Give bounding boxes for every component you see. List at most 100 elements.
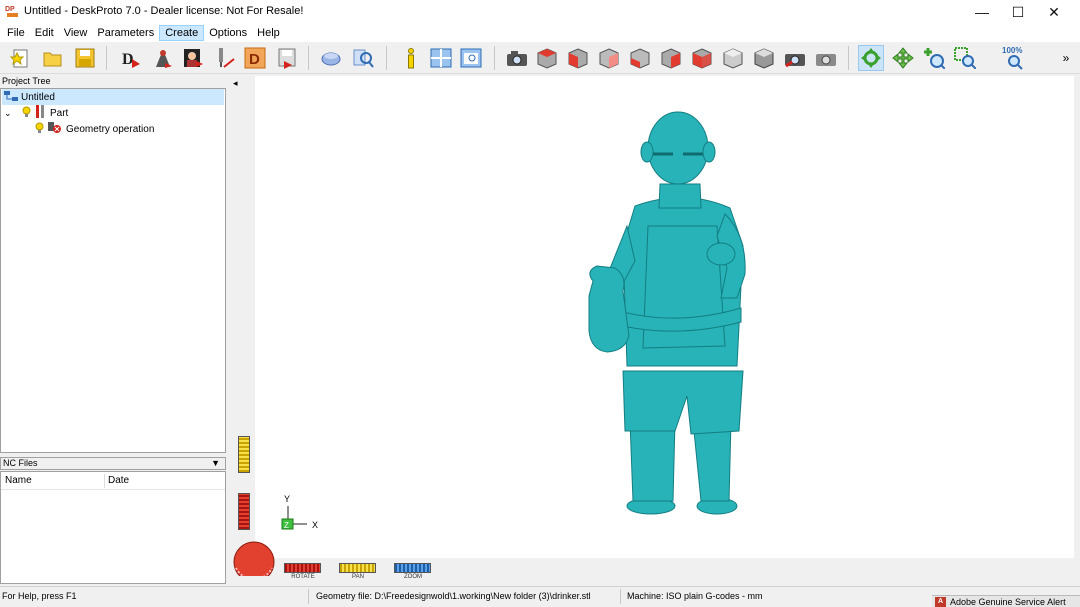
view-bottom-button[interactable] <box>720 45 746 71</box>
zoom-mode-button[interactable] <box>921 45 947 71</box>
menu-parameters[interactable]: Parameters <box>92 25 159 41</box>
menu-view[interactable]: View <box>59 25 93 41</box>
cube-front-icon <box>568 48 588 69</box>
close-icon: ✕ <box>1048 3 1060 20</box>
lightbulb-icon[interactable] <box>35 122 44 137</box>
zoom-horizontal-dial[interactable] <box>394 563 431 573</box>
import-geometry-button[interactable]: D <box>118 45 144 71</box>
preview-button[interactable] <box>350 45 376 71</box>
tree-item-part[interactable]: ⌄ Part <box>4 105 68 121</box>
lightbulb-icon[interactable] <box>22 106 31 121</box>
import-geometry-icon: D <box>122 51 140 68</box>
toolbar-separator <box>494 46 495 70</box>
magnifier-preview-icon <box>353 49 374 68</box>
tree-item-label: Part <box>50 107 69 119</box>
save-nc-button[interactable] <box>274 45 300 71</box>
tree-item-geometry-operation[interactable]: Geometry operation <box>35 121 154 137</box>
column-header-name[interactable]: Name <box>5 475 32 486</box>
info-button[interactable] <box>398 45 424 71</box>
view-left-button[interactable] <box>627 45 653 71</box>
status-divider <box>620 589 621 604</box>
layout-view-button[interactable] <box>428 45 454 71</box>
simulation-block-icon <box>321 52 341 66</box>
part-parameters-button[interactable] <box>150 45 176 71</box>
view-back-button[interactable] <box>596 45 622 71</box>
pan-horizontal-dial[interactable] <box>339 563 376 573</box>
nc-files-header[interactable]: NC Files ▼ <box>0 457 226 470</box>
view-right-button[interactable] <box>658 45 684 71</box>
zoom-window-button[interactable] <box>952 45 978 71</box>
view-top-button[interactable] <box>689 45 715 71</box>
rotate-horizontal-dial[interactable] <box>284 563 321 573</box>
simulation-button[interactable] <box>318 45 344 71</box>
part-figure-icon <box>156 50 172 68</box>
design-button[interactable]: D <box>242 45 268 71</box>
maximize-button[interactable]: ☐ <box>1000 0 1036 24</box>
view-redraw-button[interactable] <box>782 45 808 71</box>
close-button[interactable]: ✕ <box>1036 0 1072 24</box>
view-front-button[interactable] <box>565 45 591 71</box>
project-icon <box>4 90 18 105</box>
deskproto-app-icon[interactable]: DP <box>5 4 20 19</box>
menu-edit[interactable]: Edit <box>30 25 59 41</box>
drinker-3d-model[interactable] <box>588 111 746 515</box>
menu-bar: File Edit View Parameters Create Options… <box>0 24 1080 42</box>
minimize-button[interactable]: — <box>964 0 1000 24</box>
column-divider[interactable] <box>104 474 105 488</box>
view-settings-button[interactable] <box>813 45 839 71</box>
view-iso-button[interactable] <box>534 45 560 71</box>
dial-label-pan: PAN <box>352 574 364 580</box>
menu-create[interactable]: Create <box>159 25 205 41</box>
cube-bottom-icon <box>723 48 743 69</box>
bitmap-import-button[interactable] <box>180 45 206 71</box>
view-wire-button[interactable] <box>751 45 777 71</box>
collapse-panel-icon[interactable]: ◂ <box>233 78 238 89</box>
rotate-wheel-dial[interactable] <box>232 538 276 582</box>
chevron-down-icon[interactable]: ⌄ <box>4 108 16 119</box>
window-title: Untitled - DeskProto 7.0 - Dealer licens… <box>24 5 304 17</box>
viewport-bottom-strip: ROTATE PAN ZOOM <box>229 541 1080 584</box>
rotate-mode-button[interactable] <box>858 45 884 71</box>
title-bar: DP Untitled - DeskProto 7.0 - Dealer lic… <box>0 0 1080 24</box>
info-icon <box>408 48 414 69</box>
tree-item-project[interactable]: Untitled <box>2 89 224 105</box>
axis-x-label: X <box>312 520 318 530</box>
new-project-button[interactable] <box>8 45 34 71</box>
menu-options[interactable]: Options <box>204 25 252 41</box>
rotate-vertical-dial[interactable] <box>238 493 250 530</box>
zoom-100-button[interactable]: 100% <box>999 45 1029 71</box>
chevron-double-right-icon: » <box>1062 51 1070 65</box>
toolbar-overflow-button[interactable]: » <box>1058 45 1074 71</box>
toolpath-button[interactable] <box>212 45 238 71</box>
zoom-plus-icon <box>924 48 945 69</box>
pan-vertical-dial[interactable] <box>238 436 250 473</box>
operation-error-icon <box>48 121 62 137</box>
save-project-button[interactable] <box>72 45 98 71</box>
adobe-genuine-alert[interactable]: A Adobe Genuine Service Alert <box>932 595 1080 607</box>
toolbar-separator <box>106 46 107 70</box>
adobe-alert-text: Adobe Genuine Service Alert <box>950 596 1066 607</box>
column-header-date[interactable]: Date <box>108 475 129 486</box>
dropdown-triangle-icon[interactable]: ▼ <box>211 458 220 469</box>
3d-viewport[interactable]: Y Z X <box>255 76 1074 558</box>
pan-mode-button[interactable] <box>890 45 916 71</box>
main-toolbar: D D 100% » <box>0 42 1080 74</box>
screenshot-button[interactable] <box>504 45 530 71</box>
nc-files-list: Name Date <box>0 471 226 584</box>
status-bar: For Help, press F1 Geometry file: D:\Fre… <box>0 586 1080 607</box>
cube-back-icon <box>599 48 619 69</box>
new-file-icon <box>10 49 28 68</box>
model-canvas: Y Z X <box>281 111 746 530</box>
cube-grey-icon <box>754 48 774 69</box>
menu-help[interactable]: Help <box>252 25 285 41</box>
save-disk-icon <box>75 48 95 68</box>
open-folder-icon <box>43 52 62 67</box>
open-project-button[interactable] <box>40 45 66 71</box>
camera-gear-icon <box>816 54 836 66</box>
cube-iso-icon <box>537 48 557 69</box>
zoom-100-label: 100% <box>1002 46 1022 55</box>
zoom-100-icon: 100% <box>1002 46 1023 70</box>
fullscreen-view-button[interactable] <box>458 45 484 71</box>
menu-file[interactable]: File <box>2 25 30 41</box>
axis-z-label: Z <box>284 521 289 530</box>
